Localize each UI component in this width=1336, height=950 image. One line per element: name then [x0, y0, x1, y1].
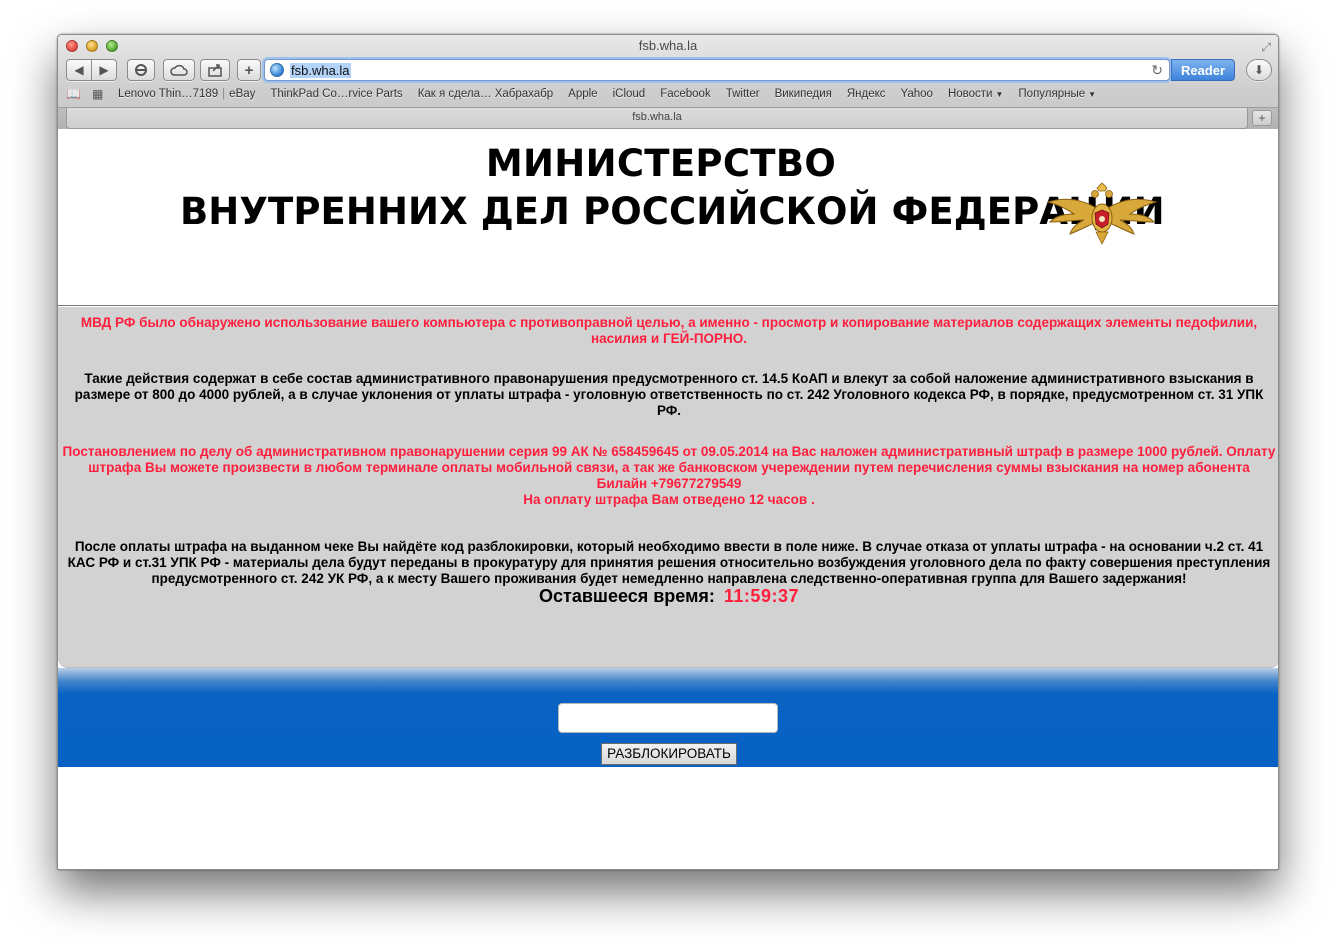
page-header: МИНИСТЕРСТВО ВНУТРЕННИХ ДЕЛ РОССИЙСКОЙ Ф… [58, 130, 1278, 306]
browser-toolbar: fsb.wha.la ⤢ ◀ ▶ + fsb.wha.la ↻ Reader ⬇… [58, 35, 1278, 129]
top-sites-icon[interactable]: ▦ [92, 87, 112, 101]
unlock-button[interactable]: РАЗБЛОКИРОВАТЬ [601, 743, 737, 765]
fine-notice: Постановлением по делу об административн… [62, 444, 1276, 508]
new-tab-button[interactable]: + [1252, 110, 1272, 126]
back-button[interactable]: ◀ [66, 59, 92, 81]
reload-icon[interactable]: ↻ [1151, 62, 1163, 79]
address-bar[interactable]: fsb.wha.la ↻ [264, 59, 1170, 81]
unlock-instructions: После оплаты штрафа на выданном чеке Вы … [67, 539, 1271, 586]
reader-button[interactable]: Reader [1171, 59, 1235, 81]
share-button[interactable] [200, 59, 230, 81]
chevron-down-icon: ▼ [1088, 90, 1097, 99]
page-title-line2: ВНУТРЕННИХ ДЕЛ РОССИЙСКОЙ ФЕДЕРАЦИИ [180, 190, 1165, 233]
forward-button[interactable]: ▶ [91, 59, 117, 81]
chevron-down-icon: ▼ [995, 90, 1004, 99]
download-arrow-icon: ⬇ [1253, 63, 1265, 77]
add-bookmark-button[interactable]: + [237, 59, 261, 81]
page-content: МИНИСТЕРСТВО ВНУТРЕННИХ ДЕЛ РОССИЙСКОЙ Ф… [58, 130, 1278, 869]
bookmark-item[interactable]: Яндекс [847, 88, 886, 100]
browser-window: fsb.wha.la ⤢ ◀ ▶ + fsb.wha.la ↻ Reader ⬇… [57, 34, 1279, 870]
legal-notice: Такие действия содержат в себе состав ад… [74, 371, 1264, 418]
bookmark-folder-news[interactable]: Новости ▼ [948, 88, 1003, 100]
page-title-line1: МИНИСТЕРСТВО [485, 142, 837, 185]
window-title: fsb.wha.la [638, 38, 698, 53]
bookmark-item[interactable]: Twitter [726, 88, 760, 100]
cloud-icon [170, 64, 188, 76]
double-headed-eagle-emblem-icon [1046, 182, 1158, 245]
downloads-button[interactable]: ⬇ [1246, 59, 1272, 81]
tab-active[interactable]: fsb.wha.la [66, 108, 1248, 129]
bookmark-separator: | [222, 88, 226, 100]
url-input[interactable]: fsb.wha.la [290, 62, 351, 78]
reading-list-icon[interactable]: 📖 [66, 87, 86, 101]
tab-bar: fsb.wha.la + [58, 107, 1278, 129]
share-icon [208, 64, 222, 77]
countdown-timer: Оставшееся время: 11:59:37 [58, 586, 1278, 607]
bookmark-item[interactable]: ThinkPad Co…rvice Parts [270, 88, 402, 100]
bookmarks-bar: 📖 ▦ Lenovo Thin…7189 | eBay ThinkPad Co…… [66, 86, 1111, 102]
fine-details: Постановлением по делу об административн… [62, 444, 1276, 491]
bookmark-folder-label: Новости [947, 88, 993, 100]
bookmark-item[interactable]: Yahoo [901, 88, 933, 100]
fullscreen-icon[interactable]: ⤢ [1261, 40, 1271, 55]
bookmark-item[interactable]: Lenovo Thin…7189 [118, 88, 218, 100]
back-arrow-icon: ◀ [74, 63, 84, 77]
globe-icon [270, 63, 284, 77]
bookmark-folder-label: Популярные [1018, 88, 1086, 100]
icloud-tabs-button[interactable] [163, 59, 195, 81]
ie-icon [135, 64, 147, 76]
bookmark-folder-popular[interactable]: Популярные ▼ [1018, 88, 1096, 100]
ie-extension-button[interactable] [127, 59, 155, 81]
bookmark-item[interactable]: Википедия [775, 88, 832, 100]
bookmark-item[interactable]: Facebook [660, 88, 711, 100]
timer-value: 11:59:37 [723, 586, 799, 606]
warning-panel: МВД РФ было обнаружено использование ваш… [58, 307, 1278, 668]
bookmark-item[interactable]: Apple [568, 88, 597, 100]
forward-arrow-icon: ▶ [99, 63, 109, 77]
bookmark-item[interactable]: Как я сдела… Хабрахабр [418, 88, 553, 100]
unlock-code-input[interactable] [558, 703, 778, 733]
violation-notice: МВД РФ было обнаружено использование ваш… [80, 315, 1258, 346]
bookmark-item[interactable]: eBay [229, 88, 255, 100]
timer-label: Оставшееся время: [539, 586, 715, 606]
bookmark-item[interactable]: iCloud [613, 88, 646, 100]
fine-deadline: На оплату штрафа Вам отведено 12 часов . [523, 492, 815, 507]
